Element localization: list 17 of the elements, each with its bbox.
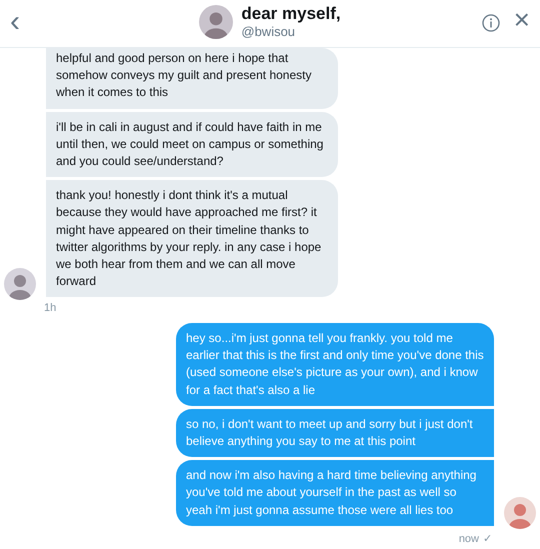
conversation-title: dear myself, — [241, 4, 341, 24]
close-button[interactable]: × — [510, 6, 534, 34]
message-bubble: hey so...i'm just gonna tell you frankly. you told me earlier that this is the first and only time you've done this (used someone else's picture as your own), and i know for a fact that's also a lie — [176, 322, 494, 406]
message-bubble: thank you! honestly i dont think it's a mutual because they would have approached me first? it might have appeared on their timeline thanks to twitter algorithms by your reply. in any case i hope we both hear from them and we can all move forward — [46, 180, 338, 298]
message-bubble: helpful and good person on here i hope that somehow conveys my guilt and present honesty when it comes to this — [46, 48, 338, 109]
avatar — [4, 268, 36, 300]
user-handle: @bwisou — [241, 24, 296, 40]
avatar — [199, 5, 234, 39]
back-button[interactable]: ‹ — [6, 8, 24, 36]
message-bubble: so no, i don't want to meet up and sorry but i just don't believe anything you say to me at this point — [176, 408, 494, 458]
avatar — [504, 496, 536, 529]
info-icon[interactable] — [482, 14, 500, 32]
message-bubble: i'll be in cali in august and if could have faith in me until then, we could meet on campus or something and you could see/understand? — [46, 112, 338, 178]
read-receipt: ✓ — [483, 532, 492, 547]
timestamp: now — [458, 532, 479, 547]
timestamp: 1h — [44, 301, 56, 316]
message-bubble: and now i'm also having a hard time believing anything you've told me about yourself in the past as well so yeah i'm just gonna assume those were all lies too — [176, 460, 494, 526]
